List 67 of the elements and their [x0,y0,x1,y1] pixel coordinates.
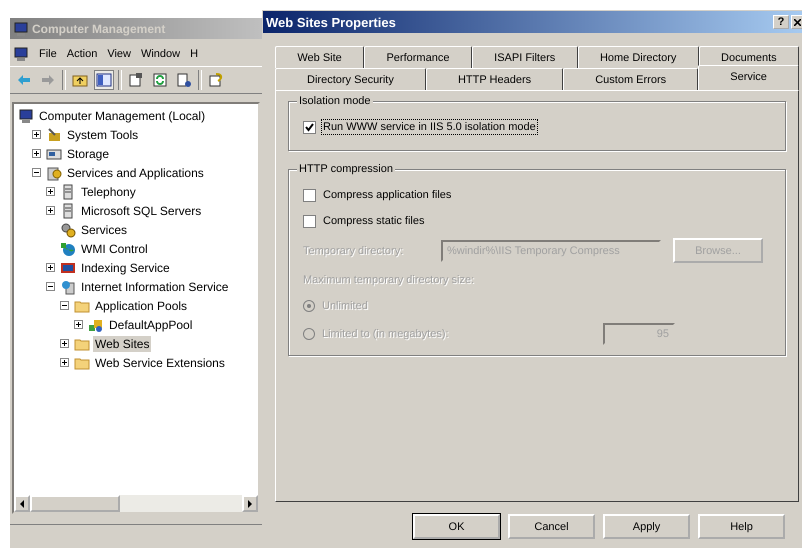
globe-server-icon [60,278,76,294]
tab[interactable]: Service [698,65,799,90]
dialog-button[interactable]: Help [698,514,785,539]
checkbox[interactable] [303,120,316,134]
computer-icon [18,108,34,124]
tree-item[interactable]: Microsoft SQL Servers [79,202,204,218]
tree-item[interactable]: Web Sites [93,336,152,352]
dialog-button[interactable]: Cancel [508,514,595,539]
tree-item[interactable]: Services [79,222,130,238]
tab[interactable]: HTTP Headers [426,68,564,90]
checkbox-label[interactable]: Compress static files [322,214,426,228]
collapse-icon[interactable] [60,301,69,310]
scroll-thumb[interactable] [30,495,120,512]
tree-item[interactable]: DefaultAppPool [107,316,194,332]
expand-icon[interactable] [74,320,83,329]
tree-item[interactable]: Storage [65,146,112,162]
menu-item[interactable]: View [107,48,131,60]
expand-icon[interactable] [46,187,55,196]
computer-icon [13,20,29,36]
expand-icon[interactable] [32,149,41,158]
expand-icon[interactable] [32,130,41,139]
group-title: Isolation mode [297,95,373,107]
menu-item[interactable]: H [190,48,198,60]
tree-item[interactable]: Services and Applications [65,164,206,180]
dialog-button[interactable]: OK [413,514,500,539]
globe-icon [60,240,76,256]
checkbox[interactable] [303,188,316,202]
collapse-icon[interactable] [46,282,55,291]
tree-item[interactable]: WMI Control [79,240,150,256]
checkbox[interactable] [303,214,316,228]
tree-item[interactable]: Indexing Service [79,260,172,276]
tab[interactable]: Directory Security [275,68,426,90]
horizontal-scrollbar[interactable] [14,495,258,512]
tab[interactable]: Performance [364,46,472,68]
expand-icon[interactable] [46,263,55,272]
tab[interactable]: Web Site [275,46,364,68]
checkbox-label[interactable]: Compress application files [322,188,452,202]
gears-icon [60,222,76,238]
window-title: Computer Management [32,22,166,36]
tab[interactable]: Home Directory [578,46,699,68]
collapse-icon[interactable] [32,168,41,177]
computer-icon[interactable] [13,46,29,62]
gear-box-icon [46,164,62,180]
tree-item[interactable]: Computer Management (Local) [37,108,208,124]
help-button[interactable]: ? [773,15,789,29]
tree-item[interactable]: Telephony [79,184,138,200]
group-title: HTTP compression [297,163,395,175]
panel-icon[interactable] [96,72,112,88]
checkbox-label[interactable]: Run WWW service in IIS 5.0 isolation mode [322,120,537,134]
tree-item[interactable]: System Tools [65,126,140,142]
right-arrow-icon[interactable] [247,500,253,508]
expand-icon[interactable] [60,358,69,367]
refresh-icon[interactable] [152,72,168,88]
tree-item[interactable]: Application Pools [93,298,190,314]
tree-item[interactable]: Internet Information Service [79,278,230,294]
tab[interactable]: ISAPI Filters [472,46,578,68]
menu-item[interactable]: Window [140,48,180,60]
expand-icon[interactable] [60,339,69,348]
dialog-button[interactable]: Apply [603,514,690,539]
dialog-title: Web Sites Properties [266,14,397,30]
menu-item[interactable]: File [39,48,57,60]
close-icon[interactable] [794,18,800,26]
expand-icon[interactable] [46,206,55,215]
tree-item[interactable]: Web Service Extensions [93,354,227,370]
close-button[interactable] [791,15,802,29]
left-arrow-icon[interactable] [19,500,25,508]
menu-item[interactable]: Action [66,48,98,60]
